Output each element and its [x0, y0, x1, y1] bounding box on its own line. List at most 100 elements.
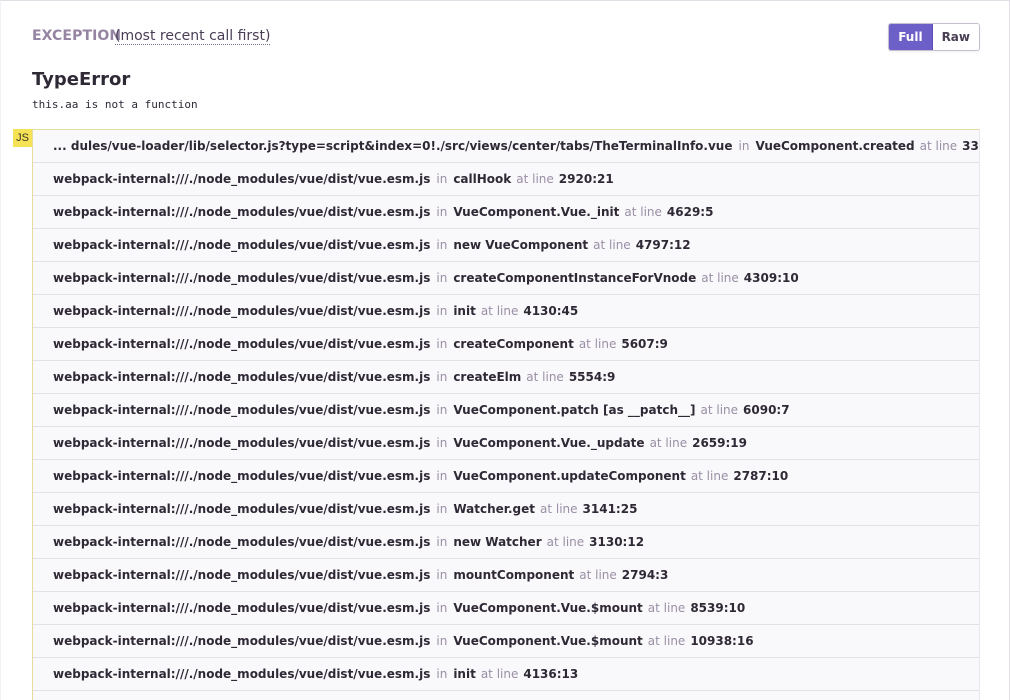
frame-at-line-label: at line: [647, 601, 686, 615]
frame-in-label: in: [436, 601, 448, 615]
frame-function: VueComponent.updateComponent: [453, 469, 686, 483]
stack-frame-row[interactable]: webpack-internal:///./node_modules/vue/d…: [33, 658, 979, 691]
frame-in-label: in: [436, 535, 448, 549]
frame-in-label: in: [436, 436, 448, 450]
frame-filename: webpack-internal:///./node_modules/vue/d…: [53, 172, 431, 186]
frame-line-number: 10938:16: [690, 634, 754, 648]
frame-function: VueComponent.Vue._init: [453, 205, 620, 219]
frame-function: VueComponent.Vue.$mount: [453, 634, 643, 648]
frame-at-line-label: at line: [579, 568, 617, 582]
stack-frame-row[interactable]: webpack-internal:///./node_modules/vue/d…: [33, 592, 979, 625]
stack-frame-row[interactable]: ... dules/vue-loader/lib/selector.js?typ…: [33, 130, 979, 163]
frame-function: createComponentInstanceForVnode: [453, 271, 697, 285]
frame-filename: webpack-internal:///./node_modules/vue/d…: [53, 205, 431, 219]
full-button[interactable]: Full: [889, 24, 933, 50]
stack-frame-row[interactable]: webpack-internal:///./node_modules/vue/d…: [33, 361, 979, 394]
exception-title: EXCEPTION: [32, 28, 122, 44]
frame-in-label: in: [436, 370, 448, 384]
stack-frame-row[interactable]: webpack-internal:///./node_modules/vue/d…: [33, 526, 979, 559]
frame-in-label: in: [738, 139, 750, 153]
frame-filename: webpack-internal:///./node_modules/vue/d…: [53, 403, 431, 417]
frame-line-number: 2794:3: [621, 568, 669, 582]
stack-frame-row[interactable]: webpack-internal:///./node_modules/vue/d…: [33, 394, 979, 427]
frame-in-label: in: [436, 502, 448, 516]
frame-function: VueComponent.Vue._update: [453, 436, 645, 450]
frame-line-number: 8539:10: [690, 601, 746, 615]
stack-frame-row[interactable]: webpack-internal:///./node_modules/vue/d…: [33, 295, 979, 328]
frame-filename: webpack-internal:///./node_modules/vue/d…: [53, 238, 431, 252]
stack-frame-row[interactable]: webpack-internal:///./node_modules/vue/d…: [33, 262, 979, 295]
frame-filename: webpack-internal:///./node_modules/vue/d…: [53, 667, 431, 681]
frame-filename: webpack-internal:///./node_modules/vue/d…: [53, 502, 431, 516]
frame-at-line-label: at line: [919, 139, 958, 153]
frame-function: mountComponent: [453, 568, 575, 582]
frame-function: new Watcher: [453, 535, 542, 549]
frame-filename: webpack-internal:///./node_modules/vue/d…: [53, 568, 431, 582]
stack-frame-row[interactable]: webpack-internal:///./node_modules/vue/d…: [33, 625, 979, 658]
raw-button[interactable]: Raw: [932, 24, 979, 50]
frame-line-number: 3141:25: [582, 502, 638, 516]
frame-at-line-label: at line: [516, 172, 554, 186]
frame-at-line-label: at line: [647, 634, 686, 648]
frame-filename: webpack-internal:///./node_modules/vue/d…: [53, 271, 431, 285]
frame-line-number: 3130:12: [589, 535, 645, 549]
frame-line-number: 5554:9: [568, 370, 616, 384]
frame-line-number: 6090:7: [743, 403, 790, 417]
stack-frame-row[interactable]: webpack-internal:///./node_modules/vue/d…: [33, 691, 979, 700]
frame-at-line-label: at line: [546, 535, 585, 549]
frame-at-line-label: at line: [480, 304, 519, 318]
javascript-platform-icon: JS: [13, 129, 32, 147]
call-order-toggle-link[interactable]: (most recent call first): [115, 28, 271, 45]
view-toggle: Full Raw: [888, 23, 980, 51]
frame-function: VueComponent.patch [as __patch__]: [453, 403, 696, 417]
frame-at-line-label: at line: [480, 667, 519, 681]
frame-at-line-label: at line: [649, 436, 688, 450]
frame-filename: webpack-internal:///./node_modules/vue/d…: [53, 601, 431, 615]
frame-in-label: in: [436, 469, 448, 483]
frame-filename: webpack-internal:///./node_modules/vue/d…: [53, 337, 431, 351]
frame-function: createComponent: [453, 337, 574, 351]
frame-line-number: 4629:5: [666, 205, 714, 219]
frame-filename: webpack-internal:///./node_modules/vue/d…: [53, 436, 431, 450]
exception-panel: EXCEPTION (most recent call first) Full …: [0, 0, 1010, 700]
frame-in-label: in: [436, 337, 448, 351]
stack-frame-row[interactable]: webpack-internal:///./node_modules/vue/d…: [33, 427, 979, 460]
frame-line-number: 4309:10: [743, 271, 799, 285]
frame-filename: webpack-internal:///./node_modules/vue/d…: [53, 469, 431, 483]
frame-filename: ... dules/vue-loader/lib/selector.js?typ…: [53, 139, 733, 153]
frame-at-line-label: at line: [539, 502, 578, 516]
frame-in-label: in: [436, 634, 448, 648]
stack-frame-row[interactable]: webpack-internal:///./node_modules/vue/d…: [33, 163, 979, 196]
frame-function: init: [453, 304, 476, 318]
stack-frame-row[interactable]: webpack-internal:///./node_modules/vue/d…: [33, 229, 979, 262]
frame-at-line-label: at line: [701, 271, 739, 285]
frame-line-number: 5607:9: [621, 337, 668, 351]
frame-at-line-label: at line: [690, 469, 729, 483]
stack-frame-row[interactable]: webpack-internal:///./node_modules/vue/d…: [33, 460, 979, 493]
frame-line-number: 331:10: [962, 139, 979, 153]
frame-line-number: 2659:19: [692, 436, 747, 450]
frame-function: callHook: [453, 172, 512, 186]
frame-line-number: 2787:10: [733, 469, 789, 483]
exception-header: EXCEPTION (most recent call first) Full …: [32, 23, 980, 56]
frame-function: new VueComponent: [453, 238, 589, 252]
frame-filename: webpack-internal:///./node_modules/vue/d…: [53, 634, 431, 648]
frame-at-line-label: at line: [526, 370, 564, 384]
frame-line-number: 4797:12: [635, 238, 691, 252]
frame-function: init: [453, 667, 476, 681]
frame-function: Watcher.get: [453, 502, 535, 516]
stack-frame-row[interactable]: webpack-internal:///./node_modules/vue/d…: [33, 196, 979, 229]
stack-frame-row[interactable]: webpack-internal:///./node_modules/vue/d…: [33, 559, 979, 592]
frame-function: VueComponent.created: [755, 139, 915, 153]
frame-filename: webpack-internal:///./node_modules/vue/d…: [53, 535, 431, 549]
stack-frame-row[interactable]: webpack-internal:///./node_modules/vue/d…: [33, 328, 979, 361]
frame-in-label: in: [436, 172, 448, 186]
frame-at-line-label: at line: [624, 205, 662, 219]
stacktrace-frames: ... dules/vue-loader/lib/selector.js?typ…: [32, 129, 980, 700]
frame-filename: webpack-internal:///./node_modules/vue/d…: [53, 370, 431, 384]
frame-in-label: in: [436, 238, 448, 252]
frame-function: VueComponent.Vue.$mount: [453, 601, 643, 615]
stack-frame-row[interactable]: webpack-internal:///./node_modules/vue/d…: [33, 493, 979, 526]
frame-filename: webpack-internal:///./node_modules/vue/d…: [53, 304, 431, 318]
exception-value: this.aa is not a function: [32, 98, 198, 111]
